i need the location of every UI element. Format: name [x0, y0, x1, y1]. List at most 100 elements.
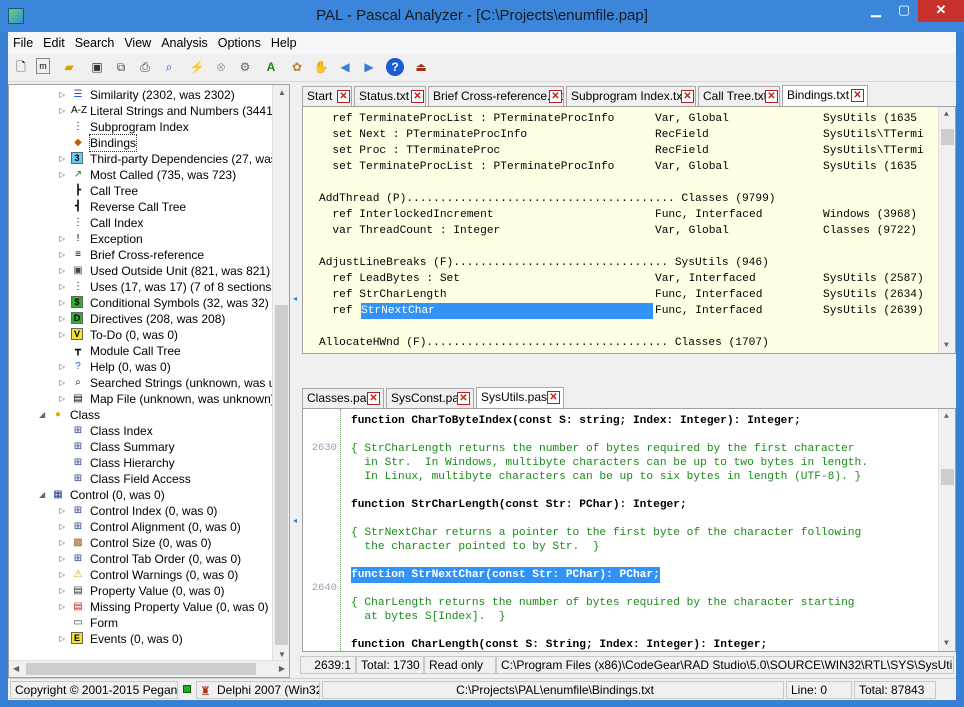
collapse-arrow-icon[interactable]: ◢ — [39, 407, 47, 423]
tab-sysconst-pas[interactable]: SysConst.pas ✕ — [386, 388, 474, 408]
minimize-button[interactable]: ▁ — [862, 0, 890, 22]
collapse-arrow-icon[interactable]: ◢ — [39, 487, 47, 503]
control-size-icon: ▩ — [73, 537, 83, 548]
close-tab-icon[interactable]: ✕ — [367, 392, 380, 405]
menu-file[interactable]: File — [8, 32, 38, 54]
call-index-icon: ⋮ — [73, 217, 83, 228]
status-bar: Copyright © 2001-2015 Peganza ♜ Delphi 20… — [8, 678, 956, 700]
expand-arrow-icon[interactable]: ▷ — [59, 151, 67, 167]
expand-arrow-icon[interactable]: ▷ — [59, 503, 67, 519]
expand-arrow-icon[interactable]: ▷ — [59, 231, 67, 247]
print-icon[interactable]: ⎙ — [136, 58, 154, 76]
maximize-button[interactable]: ▢ — [890, 0, 918, 22]
tab-label: Subprogram Index.txt — [571, 89, 686, 103]
expand-arrow-icon[interactable]: ▷ — [59, 391, 67, 407]
tab-sysutils-pas[interactable]: SysUtils.pas ✕ — [476, 387, 564, 408]
report-line: set Proc : TTerminateProc — [319, 145, 501, 157]
map-icon: ▤ — [73, 393, 83, 404]
menu-options[interactable]: Options — [213, 32, 266, 54]
tab-label: Status.txt — [359, 89, 410, 103]
expand-arrow-icon[interactable]: ▷ — [59, 247, 67, 263]
tree-item-label: Class Hierarchy — [90, 456, 175, 470]
tree-horizontal-scrollbar[interactable]: ◀ ▶ — [9, 660, 289, 677]
exit-icon[interactable]: ⏏ — [412, 58, 430, 76]
help-icon: ? — [75, 361, 81, 372]
close-button[interactable]: ✕ — [918, 0, 964, 22]
close-tab-icon[interactable]: ✕ — [765, 90, 778, 103]
close-tab-icon[interactable]: ✕ — [681, 90, 694, 103]
tree-item-label: Brief Cross-reference — [90, 248, 205, 262]
tab-bindings[interactable]: Bindings.txt ✕ — [782, 85, 868, 106]
expand-arrow-icon[interactable]: ▷ — [59, 631, 67, 647]
report-file-path: C:\Projects\PAL\enumfile\Bindings.txt — [322, 681, 784, 699]
tab-call-tree[interactable]: Call Tree.txt ✕ — [698, 86, 780, 106]
hand-icon[interactable]: ✋ — [312, 58, 330, 76]
open-folder-icon[interactable]: ▰ — [60, 58, 78, 76]
index-icon: ⋮ — [73, 121, 83, 132]
expand-arrow-icon[interactable]: ▷ — [59, 327, 67, 343]
expand-arrow-icon[interactable]: ▷ — [59, 519, 67, 535]
new-file-icon[interactable]: 🗋 — [12, 58, 30, 76]
font-icon[interactable]: A — [262, 58, 280, 76]
save-icon[interactable]: ▣ — [88, 58, 106, 76]
help-icon[interactable]: ? — [386, 58, 404, 76]
tab-start[interactable]: Start ✕ — [302, 86, 352, 106]
close-tab-icon[interactable]: ✕ — [547, 391, 560, 404]
settings-icon[interactable]: ⚙ — [236, 58, 254, 76]
horizontal-splitter[interactable] — [302, 354, 956, 362]
tree-item-label: Control Tab Order (0, was 0) — [90, 552, 242, 566]
bindings-icon: ◆ — [74, 137, 82, 148]
expand-arrow-icon[interactable]: ▷ — [59, 87, 67, 103]
tree-item-label: Form — [90, 616, 118, 630]
report-kind: Var, Global — [655, 225, 729, 237]
expand-arrow-icon[interactable]: ▷ — [59, 583, 67, 599]
stop-icon[interactable]: ⊗ — [212, 58, 230, 76]
tab-classes-pas[interactable]: Classes.pas ✕ — [302, 388, 384, 408]
palette-icon[interactable]: ✿ — [288, 58, 306, 76]
expand-arrow-icon[interactable]: ▷ — [59, 535, 67, 551]
menu-edit[interactable]: Edit — [38, 32, 70, 54]
expand-arrow-icon[interactable]: ▷ — [59, 599, 67, 615]
find-icon[interactable]: ⌕ — [160, 58, 178, 76]
expand-arrow-icon[interactable]: ▷ — [59, 279, 67, 295]
menu-analysis[interactable]: Analysis — [156, 32, 213, 54]
tree-vertical-scrollbar[interactable]: ▲ ▼ — [272, 85, 289, 662]
report-tree[interactable]: ▷ ☰ Similarity (2302, was 2302) ▷ A-Z Literal… — [8, 84, 290, 678]
source-vertical-scrollbar[interactable]: ▲ ▼ — [938, 409, 955, 651]
close-tab-icon[interactable]: ✕ — [851, 89, 864, 102]
read-only-status: Read only — [424, 656, 496, 674]
report-vertical-scrollbar[interactable]: ▲ ▼ — [938, 107, 955, 353]
new-project-icon[interactable]: m — [36, 58, 50, 74]
run-analysis-icon[interactable]: ⚡ — [188, 58, 206, 76]
expand-arrow-icon[interactable]: ▷ — [59, 295, 67, 311]
source-view[interactable]: 2630 2640 function CharToByteIndex(const… — [302, 408, 956, 652]
tab-brief-cross-reference[interactable]: Brief Cross-reference.txt ✕ — [428, 86, 564, 106]
expand-arrow-icon[interactable]: ▷ — [59, 551, 67, 567]
expand-arrow-icon[interactable]: ▷ — [59, 263, 67, 279]
expand-arrow-icon[interactable]: ▷ — [59, 311, 67, 327]
tab-status[interactable]: Status.txt ✕ — [354, 86, 426, 106]
close-tab-icon[interactable]: ✕ — [411, 90, 424, 103]
report-kind: Var, Global — [655, 161, 729, 173]
report-location: SysUtils\TTermi — [823, 145, 924, 157]
forward-arrow-icon[interactable]: ▶ — [360, 58, 378, 76]
menu-help[interactable]: Help — [266, 32, 302, 54]
report-view[interactable]: ref TerminateProcList : PTerminateProcIn… — [302, 106, 956, 354]
menu-view[interactable]: View — [119, 32, 156, 54]
save-all-icon[interactable]: ⧉ — [112, 58, 130, 76]
menu-search[interactable]: Search — [70, 32, 120, 54]
close-tab-icon[interactable]: ✕ — [457, 392, 470, 405]
expand-arrow-icon[interactable]: ▷ — [59, 567, 67, 583]
close-tab-icon[interactable]: ✕ — [337, 90, 350, 103]
expand-arrow-icon[interactable]: ▷ — [59, 167, 67, 183]
line-number: 2640 — [311, 582, 337, 594]
cross-ref-icon: ≡ — [75, 249, 81, 260]
vertical-splitter[interactable]: ◂ ◂ — [291, 84, 301, 678]
tab-subprogram-index[interactable]: Subprogram Index.txt ✕ — [566, 86, 696, 106]
back-arrow-icon[interactable]: ◀ — [336, 58, 354, 76]
close-tab-icon[interactable]: ✕ — [549, 90, 562, 103]
expand-arrow-icon[interactable]: ▷ — [59, 359, 67, 375]
expand-arrow-icon[interactable]: ▷ — [59, 375, 67, 391]
report-selected-item[interactable]: StrNextChar — [361, 303, 653, 319]
expand-arrow-icon[interactable]: ▷ — [59, 103, 67, 119]
